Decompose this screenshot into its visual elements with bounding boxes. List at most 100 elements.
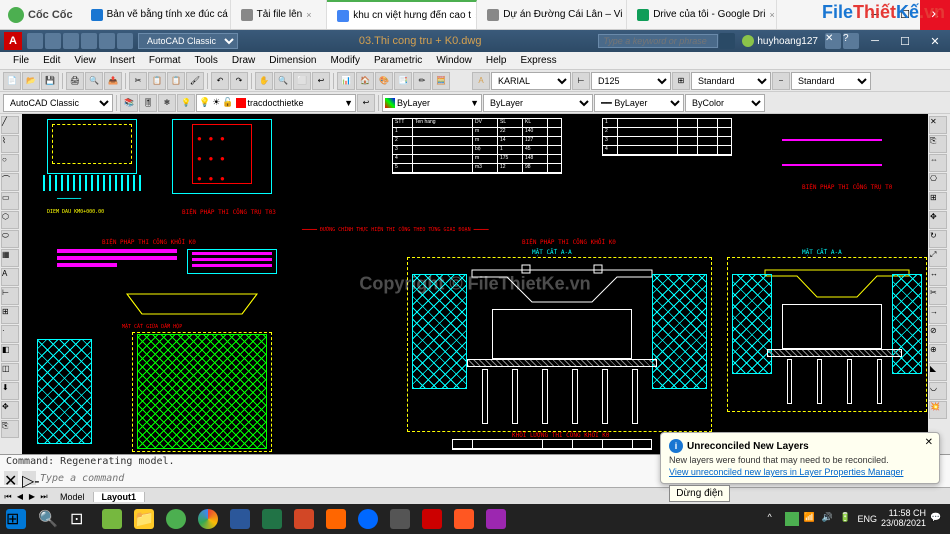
acad-maximize-button[interactable]: ☐	[890, 26, 920, 56]
start-button[interactable]: ⊞	[0, 504, 32, 534]
tray-shield-icon[interactable]	[785, 512, 799, 526]
tab-prev-button[interactable]: ◀	[14, 492, 26, 502]
ellipse-tool[interactable]: ⬭	[1, 230, 19, 248]
paste-button[interactable]: 📋	[167, 72, 185, 90]
menu-window[interactable]: Window	[429, 55, 479, 66]
linetype-dropdown[interactable]: ByLayer	[483, 94, 593, 112]
taskbar-excel[interactable]	[256, 504, 288, 534]
pan-button[interactable]: ✋	[255, 72, 273, 90]
browser-tab-4[interactable]: Drive của tôi - Google Dri×	[627, 0, 777, 29]
save-button[interactable]: 💾	[41, 72, 59, 90]
taskbar-chrome[interactable]	[192, 504, 224, 534]
menu-edit[interactable]: Edit	[36, 55, 67, 66]
plotstyle-dropdown[interactable]: ByColor	[685, 94, 765, 112]
erase-tool[interactable]: ✕	[929, 116, 947, 134]
open-button[interactable]: 📂	[22, 72, 40, 90]
hatch-tool[interactable]: ▦	[1, 249, 19, 267]
signed-in-user[interactable]: huyhoang127	[742, 35, 818, 47]
stretch-tool[interactable]: ↔	[929, 268, 947, 286]
tray-network-icon[interactable]: 📶	[803, 512, 817, 526]
textstyle-icon[interactable]: A	[472, 72, 490, 90]
dimstyle-icon[interactable]: ⊢	[572, 72, 590, 90]
textstyle-dropdown[interactable]: KARIAL	[491, 72, 571, 90]
text-tool[interactable]: A	[1, 268, 19, 286]
layer-dropdown[interactable]: 💡 ☀ 🔓 tracdocthietke ▼	[196, 94, 356, 112]
menu-modify[interactable]: Modify	[324, 55, 367, 66]
browser-tab-1[interactable]: Tải file lên×	[231, 0, 328, 29]
tray-battery-icon[interactable]: 🔋	[839, 512, 853, 526]
explode-tool[interactable]: 💥	[929, 401, 947, 419]
taskbar-app1[interactable]	[384, 504, 416, 534]
insert-tool[interactable]: ⬇	[1, 382, 19, 400]
browser-tab-0[interactable]: Bản vẽ bằng tính xe đúc cá×	[81, 0, 231, 29]
close-icon[interactable]: ×	[306, 10, 316, 20]
menu-tools[interactable]: Tools	[188, 55, 225, 66]
polyline-tool[interactable]: ⌇	[1, 135, 19, 153]
notification-close-button[interactable]: ✕	[925, 437, 933, 448]
acad-minimize-button[interactable]: ─	[860, 26, 890, 56]
help-search-input[interactable]	[598, 34, 718, 48]
layout1-tab[interactable]: Layout1	[94, 492, 146, 502]
notification-link[interactable]: View unreconciled new layers in Layer Pr…	[669, 467, 931, 477]
layer-props-button[interactable]: 📚	[120, 94, 138, 112]
browser-tab-3[interactable]: Dự án Đường Cái Lân – Vi×	[477, 0, 627, 29]
menu-draw[interactable]: Draw	[225, 55, 262, 66]
help-icon[interactable]: ?	[843, 33, 859, 49]
layer-freeze-button[interactable]: ❄	[158, 94, 176, 112]
taskbar-powerpoint[interactable]	[288, 504, 320, 534]
mlstyle-icon[interactable]: ⎯	[772, 72, 790, 90]
print-button[interactable]: 🖨	[66, 72, 84, 90]
layer-prev-button[interactable]: ↩	[357, 94, 375, 112]
menu-file[interactable]: File	[6, 55, 36, 66]
tray-volume-icon[interactable]: 🔊	[821, 512, 835, 526]
qat-save-icon[interactable]	[63, 33, 79, 49]
region-tool[interactable]: ◧	[1, 344, 19, 362]
zoom-button[interactable]: 🔍	[274, 72, 292, 90]
menu-format[interactable]: Format	[142, 55, 188, 66]
color-dropdown[interactable]: ByLayer ▼	[382, 94, 482, 112]
command-close-icon[interactable]: ✕	[4, 471, 18, 485]
move-mod-tool[interactable]: ✥	[929, 211, 947, 229]
redo-button[interactable]: ↷	[230, 72, 248, 90]
break-tool[interactable]: ⊘	[929, 325, 947, 343]
tablestyle-dropdown[interactable]: Standard	[691, 72, 771, 90]
menu-insert[interactable]: Insert	[103, 55, 142, 66]
mirror-tool[interactable]: ⇔	[929, 154, 947, 172]
taskbar-word[interactable]	[224, 504, 256, 534]
qat-undo-icon[interactable]	[81, 33, 97, 49]
close-icon[interactable]: ×	[769, 10, 777, 20]
rectangle-tool[interactable]: ▭	[1, 192, 19, 210]
array-tool[interactable]: ⊞	[929, 192, 947, 210]
sheet-set-button[interactable]: 📑	[394, 72, 412, 90]
chamfer-tool[interactable]: ◣	[929, 363, 947, 381]
layer-off-button[interactable]: 💡	[177, 94, 195, 112]
taskbar-explorer[interactable]: 📁	[128, 504, 160, 534]
menu-help[interactable]: Help	[479, 55, 514, 66]
taskbar-app3[interactable]	[480, 504, 512, 534]
taskbar-autocad[interactable]	[416, 504, 448, 534]
cut-button[interactable]: ✂	[129, 72, 147, 90]
dimension-tool[interactable]: ⊢	[1, 287, 19, 305]
extend-tool[interactable]: →	[929, 306, 947, 324]
menu-dimension[interactable]: Dimension	[262, 55, 323, 66]
preview-button[interactable]: 🔍	[85, 72, 103, 90]
tab-first-button[interactable]: ⏮	[2, 492, 14, 502]
tray-lang[interactable]: ENG	[857, 514, 877, 524]
taskbar-clock[interactable]: 11:58 CH 23/08/2021	[881, 509, 926, 529]
fillet-tool[interactable]: ◡	[929, 382, 947, 400]
mlstyle-dropdown[interactable]: Standard	[791, 72, 871, 90]
markup-button[interactable]: ✏	[413, 72, 431, 90]
model-space-canvas[interactable]: Copyright © FileThietKe.vn ━━━━━━━━ ● ● …	[22, 114, 928, 454]
autocad-logo-icon[interactable]: A	[4, 32, 22, 50]
scale-tool[interactable]: ⤢	[929, 249, 947, 267]
tab-last-button[interactable]: ⏭	[38, 492, 50, 502]
polygon-tool[interactable]: ⬡	[1, 211, 19, 229]
copy-tool[interactable]: ⎘	[1, 420, 19, 438]
match-button[interactable]: 🖌	[186, 72, 204, 90]
taskbar-utorrent[interactable]	[96, 504, 128, 534]
taskbar-zalo[interactable]	[352, 504, 384, 534]
qat-open-icon[interactable]	[45, 33, 61, 49]
offset-tool[interactable]: ⎔	[929, 173, 947, 191]
tablestyle-icon[interactable]: ⊞	[672, 72, 690, 90]
trim-tool[interactable]: ✂	[929, 287, 947, 305]
